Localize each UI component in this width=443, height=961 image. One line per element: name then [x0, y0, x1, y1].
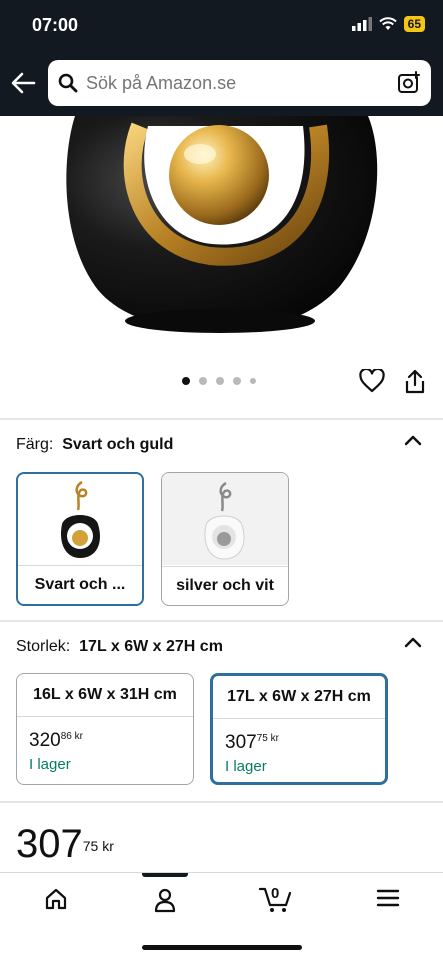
search-icon: [58, 73, 78, 93]
price-fraction: 75: [256, 733, 268, 744]
color-swatch-image: [60, 480, 100, 558]
search-box[interactable]: [48, 60, 431, 106]
carousel-dot[interactable]: [216, 377, 224, 385]
size-label: Storlek:: [16, 638, 71, 655]
price-currency: kr: [74, 731, 83, 742]
product-price: 30775 kr: [16, 824, 114, 864]
size-option-17l[interactable]: 17L x 6W x 27H cm 30775 kr I lager: [210, 673, 388, 785]
active-tab-indicator: [142, 873, 188, 877]
account-icon: [154, 888, 176, 913]
home-indicator: [142, 945, 302, 950]
image-carousel-dots: [182, 377, 256, 385]
back-arrow-icon[interactable]: [10, 70, 36, 96]
top-bar: 07:00 65: [0, 0, 443, 116]
price-fraction: 86: [60, 731, 72, 742]
stock-status: I lager: [29, 756, 71, 773]
size-option-16l[interactable]: 16L x 6W x 31H cm 32086 kr I lager: [16, 673, 194, 785]
price-currency: kr: [270, 733, 279, 744]
selected-size: 17L x 6W x 27H cm: [79, 638, 223, 655]
carousel-dot[interactable]: [182, 377, 190, 385]
battery-indicator: 65: [403, 16, 425, 32]
menu-icon: [376, 889, 400, 907]
color-swatch-image: [162, 473, 288, 565]
color-label: Färg:: [16, 436, 54, 453]
cart-count: 0: [271, 885, 280, 902]
search-input[interactable]: [86, 60, 376, 106]
color-option-label: Svart och ...: [18, 565, 142, 604]
heart-icon[interactable]: [359, 369, 385, 393]
price-whole: 307: [16, 822, 83, 866]
color-option-label: silver och vit: [162, 566, 288, 605]
product-image[interactable]: [0, 116, 443, 348]
home-icon: [45, 888, 67, 910]
size-selection-header: Storlek: 17L x 6W x 27H cm: [16, 638, 223, 656]
size-option-price: 30775 kr: [225, 732, 279, 754]
status-time: 07:00: [32, 15, 79, 35]
chevron-up-icon[interactable]: [403, 635, 423, 649]
size-option-price: 32086 kr: [29, 730, 83, 752]
price-whole: 320: [29, 730, 61, 751]
carousel-dot[interactable]: [250, 378, 256, 384]
share-icon[interactable]: [403, 369, 427, 395]
section-divider: [0, 620, 443, 622]
price-fraction: 75: [82, 838, 99, 854]
status-icons: 65: [351, 16, 425, 32]
section-divider: [0, 418, 443, 420]
signal-icon: [351, 17, 372, 31]
wifi-icon: [378, 17, 397, 30]
nav-cart[interactable]: 0: [256, 883, 296, 913]
carousel-dot[interactable]: [199, 377, 207, 385]
price-currency: kr: [102, 838, 114, 854]
nav-home[interactable]: [36, 887, 76, 917]
selected-color: Svart och guld: [62, 436, 174, 453]
color-option-black-gold[interactable]: Svart och ...: [16, 472, 144, 606]
nav-account[interactable]: [145, 887, 185, 917]
size-option-title: 16L x 6W x 31H cm: [17, 674, 193, 717]
nav-menu[interactable]: [368, 887, 408, 917]
color-selection-header: Färg: Svart och guld: [16, 436, 173, 454]
carousel-dot[interactable]: [233, 377, 241, 385]
size-option-title: 17L x 6W x 27H cm: [213, 676, 385, 719]
price-whole: 307: [225, 732, 257, 753]
camera-icon[interactable]: [397, 71, 421, 95]
section-divider: [0, 801, 443, 803]
color-option-silver-white[interactable]: silver och vit: [161, 472, 289, 606]
stock-status: I lager: [225, 758, 267, 775]
chevron-up-icon[interactable]: [403, 433, 423, 447]
